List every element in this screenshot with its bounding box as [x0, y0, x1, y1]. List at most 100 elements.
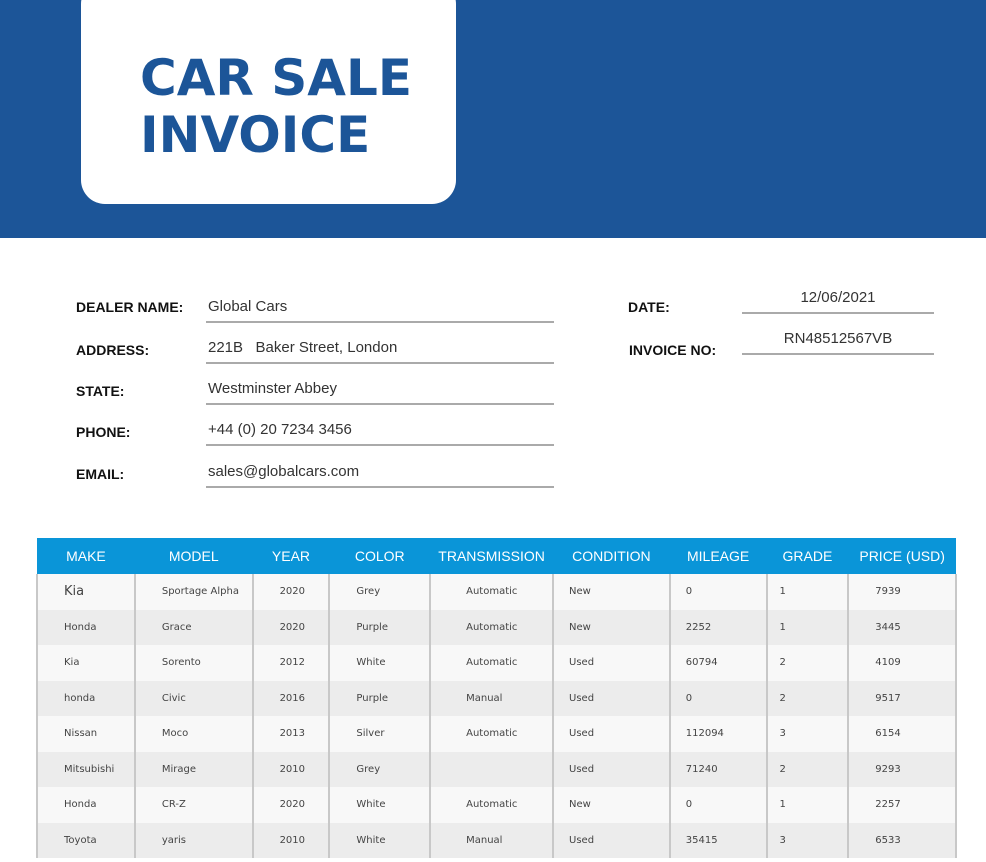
table-cell[interactable]: White: [328, 822, 432, 858]
table-cell[interactable]: 112094: [668, 716, 768, 752]
table-cell[interactable]: 7939: [847, 574, 957, 610]
table-cell[interactable]: Purple: [328, 609, 432, 645]
dealer-name-label: DEALER NAME:: [76, 299, 184, 315]
table-cell[interactable]: 35415: [668, 822, 768, 858]
table-cell[interactable]: White: [328, 645, 432, 681]
table-cell[interactable]: 2020: [251, 574, 331, 610]
table-cell[interactable]: Manual: [429, 822, 555, 858]
table-cell[interactable]: New: [552, 609, 671, 645]
address-field[interactable]: 221B Baker Street, London: [206, 339, 554, 364]
table-cell[interactable]: Purple: [328, 680, 432, 716]
table-cell[interactable]: CR-Z: [133, 787, 254, 823]
table-cell[interactable]: 9517: [847, 680, 957, 716]
table-cell[interactable]: Grace: [133, 609, 254, 645]
table-cell[interactable]: Used: [552, 680, 671, 716]
state-label: STATE:: [76, 383, 125, 399]
table-row: Toyota yaris 2010 White Manual Used 35415 3 6533: [36, 822, 957, 858]
date-field[interactable]: 12/06/2021: [742, 289, 934, 314]
table-cell[interactable]: Used: [552, 645, 671, 681]
table-row: Honda CR-Z 2020 White Automatic New 0 1 2257: [36, 787, 957, 823]
table-row: honda Civic 2016 Purple Manual Used 0 2 9517: [36, 680, 957, 716]
table-cell[interactable]: 2010: [251, 751, 331, 787]
table-cell[interactable]: Sorento: [133, 645, 254, 681]
table-cell[interactable]: 9293: [847, 751, 957, 787]
table-cell[interactable]: Kia: [36, 574, 136, 610]
table-cell[interactable]: Mirage: [133, 751, 254, 787]
column-header: PRICE (USD): [848, 538, 956, 574]
table-cell[interactable]: 71240: [668, 751, 768, 787]
table-cell[interactable]: Honda: [36, 787, 136, 823]
state-field[interactable]: Westminster Abbey: [206, 380, 554, 405]
table-cell[interactable]: Used: [552, 751, 671, 787]
column-header: COLOR: [329, 538, 431, 574]
table-cell[interactable]: Automatic: [429, 716, 555, 752]
table-cell[interactable]: Used: [552, 716, 671, 752]
table-cell[interactable]: New: [552, 787, 671, 823]
table-cell[interactable]: Kia: [36, 645, 136, 681]
column-header: MODEL: [134, 538, 253, 574]
table-cell[interactable]: 0: [668, 680, 768, 716]
table-cell[interactable]: Honda: [36, 609, 136, 645]
table-cell[interactable]: Toyota: [36, 822, 136, 858]
table-row: Mitsubishi Mirage 2010 Grey Used 71240 2 9293: [36, 751, 957, 787]
table-cell[interactable]: White: [328, 787, 432, 823]
email-label: EMAIL:: [76, 466, 125, 482]
address-label: ADDRESS:: [76, 342, 150, 358]
table-cell[interactable]: 6533: [847, 822, 957, 858]
table-cell[interactable]: 1: [765, 609, 850, 645]
invoice-number-label: INVOICE NO:: [629, 342, 717, 358]
column-header: YEAR: [252, 538, 330, 574]
table-cell[interactable]: Nissan: [36, 716, 136, 752]
table-cell[interactable]: 3: [765, 716, 850, 752]
table-cell[interactable]: 0: [668, 787, 768, 823]
table-cell[interactable]: Mitsubishi: [36, 751, 136, 787]
vehicle-table: MAKE MODEL YEAR COLOR TRANSMISSION CONDITION M…: [36, 538, 957, 858]
table-cell[interactable]: Used: [552, 822, 671, 858]
invoice-number-field[interactable]: RN48512567VB: [742, 330, 934, 355]
table-cell[interactable]: [429, 751, 555, 787]
table-row: Honda Grace 2020 Purple Automatic New 2252 1 344…: [36, 609, 957, 645]
table-row: Kia Sportage Alpha 2020 Grey Automatic New 0 1 7…: [36, 574, 957, 610]
table-cell[interactable]: 2012: [251, 645, 331, 681]
table-cell[interactable]: 2: [765, 645, 850, 681]
table-cell[interactable]: 2: [765, 751, 850, 787]
table-cell[interactable]: Grey: [328, 574, 432, 610]
email-field[interactable]: sales@globalcars.com: [206, 463, 554, 488]
table-cell[interactable]: 60794: [668, 645, 768, 681]
table-cell[interactable]: 2020: [251, 787, 331, 823]
column-header: TRANSMISSION: [430, 538, 554, 574]
table-cell[interactable]: Manual: [429, 680, 555, 716]
table-cell[interactable]: 1: [765, 787, 850, 823]
table-cell[interactable]: 1: [765, 574, 850, 610]
dealer-name-field[interactable]: Global Cars: [206, 298, 554, 323]
column-header: CONDITION: [553, 538, 670, 574]
table-cell[interactable]: honda: [36, 680, 136, 716]
table-row: Kia Sorento 2012 White Automatic Used 60794 2 41…: [36, 645, 957, 681]
phone-field[interactable]: +44 (0) 20 7234 3456: [206, 421, 554, 446]
table-cell[interactable]: Grey: [328, 751, 432, 787]
table-cell[interactable]: Sportage Alpha: [133, 574, 254, 610]
table-cell[interactable]: 6154: [847, 716, 957, 752]
table-cell[interactable]: 2257: [847, 787, 957, 823]
table-cell[interactable]: 2010: [251, 822, 331, 858]
table-cell[interactable]: yaris: [133, 822, 254, 858]
table-cell[interactable]: 3: [765, 822, 850, 858]
table-cell[interactable]: Silver: [328, 716, 432, 752]
table-cell[interactable]: 4109: [847, 645, 957, 681]
table-cell[interactable]: 2020: [251, 609, 331, 645]
table-cell[interactable]: 2: [765, 680, 850, 716]
table-cell[interactable]: Automatic: [429, 574, 555, 610]
table-cell[interactable]: 2013: [251, 716, 331, 752]
table-cell[interactable]: New: [552, 574, 671, 610]
table-cell[interactable]: 3445: [847, 609, 957, 645]
table-cell[interactable]: Civic: [133, 680, 254, 716]
table-cell[interactable]: Automatic: [429, 645, 555, 681]
phone-label: PHONE:: [76, 424, 131, 440]
table-cell[interactable]: 0: [668, 574, 768, 610]
table-cell[interactable]: 2252: [668, 609, 768, 645]
table-cell[interactable]: 2016: [251, 680, 331, 716]
table-cell[interactable]: Moco: [133, 716, 254, 752]
table-cell[interactable]: Automatic: [429, 787, 555, 823]
table-cell[interactable]: Automatic: [429, 609, 555, 645]
date-label: DATE:: [628, 299, 670, 315]
